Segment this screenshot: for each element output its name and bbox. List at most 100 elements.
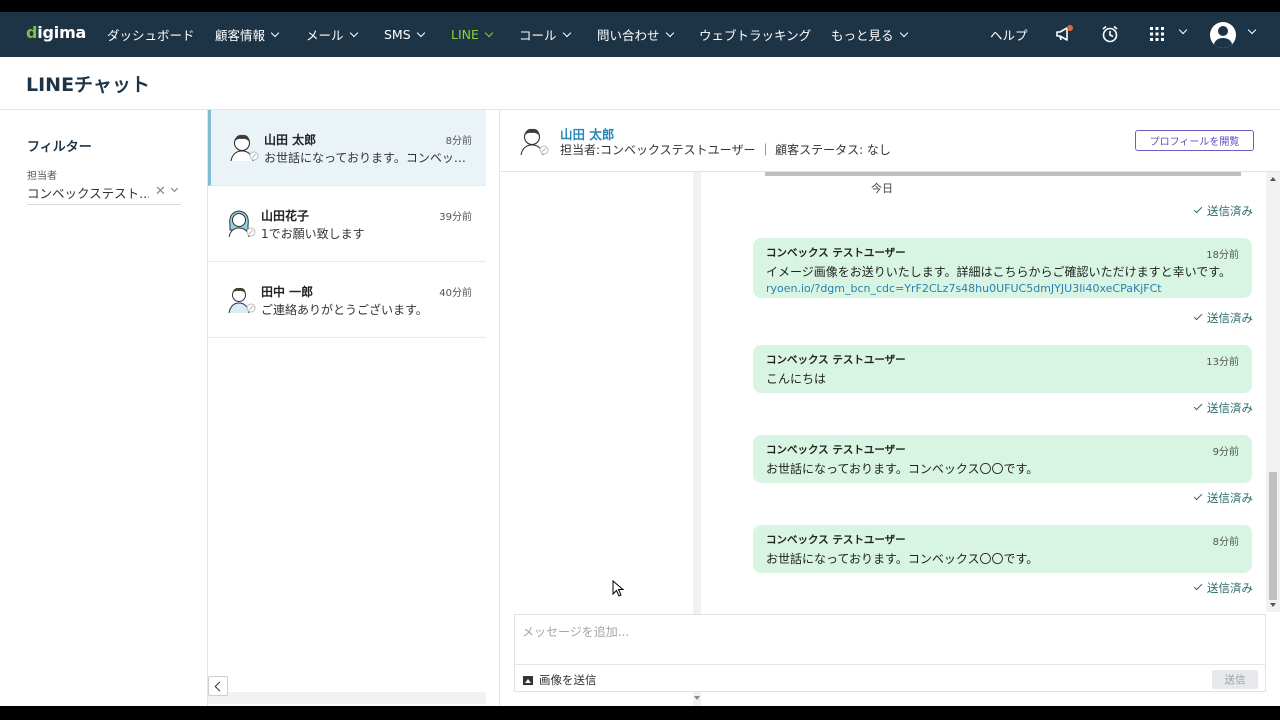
check-icon [1193,581,1203,591]
nav-customer-info[interactable]: 顧客情報 [215,12,280,57]
message-link[interactable]: ryoen.io/?dgm_bcn_cdc=YrF2CLz7s48hu0UFUC… [766,282,1162,295]
alarm-clock-icon[interactable] [1100,24,1120,44]
conversation-time: 40分前 [439,288,472,299]
conversation-name: 山田 太郎 [264,133,317,147]
top-navigation-bar: digima ダッシュボード 顧客情報 メール SMS LINE コール 問い合… [0,12,1280,57]
message-sender: コンベックス テストユーザー [766,247,906,259]
nav-web-tracking[interactable]: ウェブトラッキング [699,12,811,57]
message-time: 9分前 [1212,447,1239,458]
conversation-item[interactable]: 山田花子 39分前 1でお願い致します [208,186,486,262]
chat-panel: 山田 太郎 担当者:コンベックステストユーザー ｜ 顧客ステータス: なし プロ… [501,110,1280,706]
sent-status: 送信済み [1193,580,1253,596]
date-separator: 今日 [871,182,893,195]
nav-label: ウェブトラッキング [699,28,812,43]
contact-avatar-icon [228,210,256,238]
chevron-down-icon[interactable] [1247,25,1257,35]
nav-line[interactable]: LINE [451,12,494,57]
check-icon [1193,401,1203,411]
chevron-down-icon [665,28,674,37]
chevron-down-icon [484,28,494,37]
conversation-item[interactable]: 田中 一郎 40分前 ご連絡ありがとうございます。 [208,262,486,338]
send-button[interactable]: 送信 [1212,670,1258,689]
chevron-down-icon[interactable] [170,184,179,193]
scrollbar-thumb[interactable] [1269,472,1277,600]
chat-scrollbar[interactable] [1266,172,1280,612]
clear-icon[interactable]: ✕ [155,184,166,199]
message-bubble: コンベックス テストユーザー 13分前 こんにちは [753,345,1252,393]
megaphone-icon[interactable] [1054,24,1074,44]
assignee-label: 担当者 [27,171,57,182]
check-icon [1193,204,1203,214]
message-time: 8分前 [1212,537,1239,548]
message-time: 18分前 [1206,250,1239,261]
sent-label: 送信済み [1207,581,1253,595]
chevron-down-icon [270,28,280,37]
collapse-panel-button[interactable] [208,676,228,696]
assignee-select[interactable]: コンベックステスト... ✕ [27,181,181,205]
nav-label: ヘルプ [990,28,1028,43]
message-bubble: コンベックス テストユーザー 8分前 お世話になっております。コンベックス〇〇で… [753,525,1252,573]
open-profile-button[interactable]: プロフィールを開覧 [1135,130,1254,151]
nav-sms[interactable]: SMS [384,12,425,57]
digima-logo[interactable]: digima [26,23,86,42]
nav-dashboard[interactable]: ダッシュボード [107,12,195,57]
chevron-down-icon[interactable] [1178,25,1188,35]
conversation-time: 8分前 [445,136,472,147]
nav-mail[interactable]: メール [306,12,358,57]
sent-label: 送信済み [1207,401,1253,415]
message-text: お世話になっております。コンベックス〇〇です。 [766,552,1039,566]
nav-label: コール [519,28,557,43]
message-text: こんにちは [766,372,827,386]
message-sender: コンベックス テストユーザー [766,444,906,456]
message-sender: コンベックス テストユーザー [766,354,906,366]
message-input[interactable] [515,615,1265,665]
scroll-up-arrow-icon[interactable] [1270,177,1276,181]
check-icon [1193,311,1203,321]
conversation-list: 山田 太郎 8分前 お世話になっております。コンベックス〇〇です。 山田花子 3… [208,110,701,706]
message-bubble: コンベックス テストユーザー 9分前 お世話になっております。コンベックス〇〇で… [753,435,1252,483]
conversation-time: 39分前 [439,212,472,223]
assignee-value: コンベックステスト... [27,186,149,201]
image-icon [523,675,533,685]
chevron-down-icon [899,28,908,37]
sent-status: 送信済み [1193,203,1253,219]
message-text: イメージ画像をお送りいたします。詳細はこちらからご確認いただけますと幸いです。 [766,265,1232,279]
sent-label: 送信済み [1207,311,1253,325]
user-avatar-icon[interactable] [1210,22,1236,48]
mouse-cursor-icon [612,580,625,597]
contact-avatar-icon [228,287,256,314]
nav-more[interactable]: もっと見る [831,12,908,57]
sent-label: 送信済み [1207,204,1253,218]
contact-avatar-icon [520,128,549,156]
nav-label: 顧客情報 [215,28,266,43]
conversation-name: 山田花子 [261,209,310,223]
conversation-preview: 1でお願い致します [261,227,365,241]
nav-help[interactable]: ヘルプ [990,12,1028,57]
scroll-down-arrow-icon[interactable] [1270,603,1276,607]
nav-label: もっと見る [831,28,894,43]
chat-header: 山田 太郎 担当者:コンベックステストユーザー ｜ 顧客ステータス: なし プロ… [501,110,1280,172]
image-message-thumbnail[interactable] [765,172,1241,176]
chevron-down-icon [562,28,571,37]
logo-text: igima [37,23,87,42]
message-bubble: コンベックス テストユーザー 18分前 イメージ画像をお送りいたします。詳細はこ… [753,238,1252,298]
nav-label: ダッシュボード [107,28,195,43]
conversation-name: 田中 一郎 [261,285,314,299]
nav-inquiry[interactable]: 問い合わせ [597,12,674,57]
chevron-down-icon [349,28,358,37]
send-image-button[interactable]: 画像を送信 [523,672,597,688]
app-window: digima ダッシュボード 顧客情報 メール SMS LINE コール 問い合… [0,12,1280,706]
conversation-item[interactable]: 山田 太郎 8分前 お世話になっております。コンベックス〇〇です。 [208,110,486,186]
chevron-down-icon [416,28,425,37]
conversation-preview: ご連絡ありがとうございます。 [261,303,428,317]
sent-status: 送信済み [1193,310,1253,326]
sent-label: 送信済み [1207,491,1253,505]
nav-label: 問い合わせ [597,28,660,43]
message-sender: コンベックス テストユーザー [766,534,906,546]
apps-grid-icon[interactable] [1147,24,1167,44]
check-icon [1193,491,1203,501]
nav-label: メール [306,28,344,43]
nav-call[interactable]: コール [519,12,571,57]
contact-avatar-icon [230,134,259,162]
horizontal-scrollbar[interactable] [208,692,486,704]
